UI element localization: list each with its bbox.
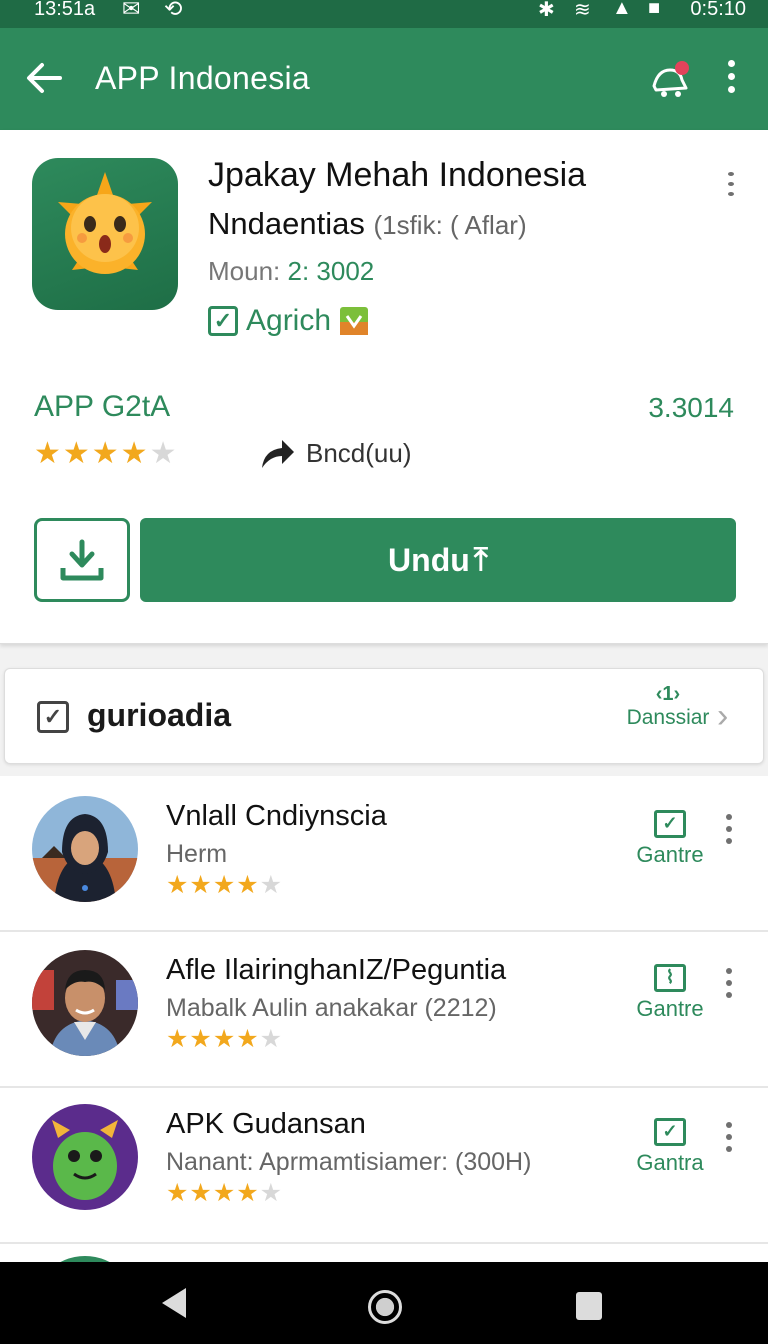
rating-count: 3.3014 xyxy=(648,392,734,423)
check-icon: ✓ xyxy=(654,810,686,838)
upload-icon: ⤒ xyxy=(473,541,488,577)
list-item[interactable]: APK Gudansan Nanant: Aprmamtisiamer: (30… xyxy=(0,1088,768,1244)
list-item-action[interactable]: ✓ Gantre xyxy=(622,810,718,868)
list-item-action[interactable]: ✓ Gantra xyxy=(622,1118,718,1176)
avatar xyxy=(32,950,138,1056)
system-nav-bar xyxy=(0,1262,768,1344)
download-icon-button[interactable] xyxy=(34,518,130,602)
avatar xyxy=(32,1104,138,1210)
app-meta-value: 2: 3002 xyxy=(287,256,375,286)
share-button[interactable]: Bncd(uu) xyxy=(258,436,412,470)
nav-home-icon[interactable] xyxy=(368,1290,402,1324)
list-item-stars: ★★★★★ xyxy=(166,1179,284,1207)
signal-icon: ▲ xyxy=(612,0,632,19)
checkmark-icon: ✓ xyxy=(208,306,238,336)
list-item-name: Afle IlairinghanIZ/Peguntia xyxy=(166,954,507,986)
list-item-more-icon[interactable] xyxy=(722,968,736,998)
list-item[interactable]: Afle IlairinghanIZ/Peguntia Mabalk Aulin… xyxy=(0,932,768,1088)
app-icon xyxy=(32,158,178,310)
list-item-stars: ★★★★★ xyxy=(166,1025,284,1053)
status-bar: 13:51a ✉ ⟲ ✱ ≋ ▲ ■ 0:5:10 xyxy=(0,0,768,28)
rating-label: APP G2tA xyxy=(34,390,171,423)
chevron-right-icon[interactable]: › xyxy=(717,697,728,736)
list-item-sub: Nanant: Aprmamtisiamer: (300H) xyxy=(166,1148,532,1176)
nav-back-icon[interactable] xyxy=(162,1288,186,1318)
app-subtitle-note: (1sfik: ( Aflar) xyxy=(373,210,527,240)
share-arrow-icon xyxy=(262,440,294,468)
list-item xyxy=(0,1244,768,1262)
list-item-name: APK Gudansan xyxy=(166,1108,366,1140)
top-app-bar: 13:51a ✉ ⟲ ✱ ≋ ▲ ■ 0:5:10 APP Indonesia xyxy=(0,0,768,130)
list-item[interactable]: Vnlall Cndiynscia Herm ★★★★★ ✓ Gantre xyxy=(0,776,768,932)
app-meta-label: Moun: xyxy=(208,256,281,286)
app-subtitle: Nndaentias xyxy=(208,206,365,241)
share-label: Bncd(uu) xyxy=(306,437,412,468)
avatar xyxy=(32,796,138,902)
app-detail-card: Jpakay Mehah Indonesia Nndaentias (1sfik… xyxy=(0,130,768,644)
list-item-action[interactable]: ⌇ Gantre xyxy=(622,964,718,1022)
check-icon: ✓ xyxy=(654,1118,686,1146)
download-icon xyxy=(60,539,104,581)
section-header[interactable]: ✓ gurioadia ‹1› Danssiar › xyxy=(4,668,764,764)
list-item-stars: ★★★★★ xyxy=(166,871,284,899)
section-more[interactable]: ‹1› Danssiar xyxy=(621,683,715,730)
rating-stars: ★★★★★ xyxy=(34,437,179,470)
section-title: gurioadia xyxy=(87,697,232,733)
checkbox[interactable]: ✓ xyxy=(37,701,69,733)
download-button-label: Undu xyxy=(388,541,470,578)
section-more-label: Danssiar xyxy=(626,706,710,729)
app-list: Vnlall Cndiynscia Herm ★★★★★ ✓ Gantre Af… xyxy=(0,776,768,1262)
list-item-action-label: Gantra xyxy=(636,1150,704,1175)
code-icon: ‹1› xyxy=(655,683,681,705)
app-title: Jpakay Mehah Indonesia xyxy=(208,156,587,194)
list-item-action-label: Gantre xyxy=(636,842,704,867)
notification-icon[interactable] xyxy=(648,58,694,100)
list-item-action-label: Gantre xyxy=(636,996,704,1021)
list-item-more-icon[interactable] xyxy=(722,814,736,844)
app-badge: ✓ Agrich xyxy=(208,304,369,338)
wifi-icon: ≋ xyxy=(574,0,591,21)
app-developer: Nndaentias (1sfik: ( Aflar) xyxy=(208,206,527,242)
battery-icon: ■ xyxy=(648,0,661,19)
chart-icon: ⌇ xyxy=(654,964,686,992)
mail-icon: ✉ xyxy=(122,0,141,21)
app-more-icon[interactable] xyxy=(724,172,738,196)
nav-recents-icon[interactable] xyxy=(576,1292,602,1320)
list-item-name: Vnlall Cndiynscia xyxy=(166,800,387,832)
award-icon xyxy=(340,307,369,335)
list-item-sub: Herm xyxy=(166,840,228,868)
back-arrow-icon[interactable] xyxy=(22,56,66,100)
overflow-menu-icon[interactable] xyxy=(718,60,744,100)
app-meta: Moun: 2: 3002 xyxy=(208,256,374,287)
list-item-more-icon[interactable] xyxy=(722,1122,736,1152)
sync-icon: ⟲ xyxy=(164,0,183,21)
page-title: APP Indonesia xyxy=(95,60,311,96)
list-item-sub: Mabalk Aulin anakakar (2212) xyxy=(166,994,497,1022)
status-clock: 0:5:10 xyxy=(690,0,746,20)
download-button[interactable]: Undu ⤒ xyxy=(140,518,736,602)
app-badge-label: Agrich xyxy=(246,304,332,337)
status-time: 13:51a xyxy=(34,0,96,20)
bluetooth-icon: ✱ xyxy=(538,0,555,21)
